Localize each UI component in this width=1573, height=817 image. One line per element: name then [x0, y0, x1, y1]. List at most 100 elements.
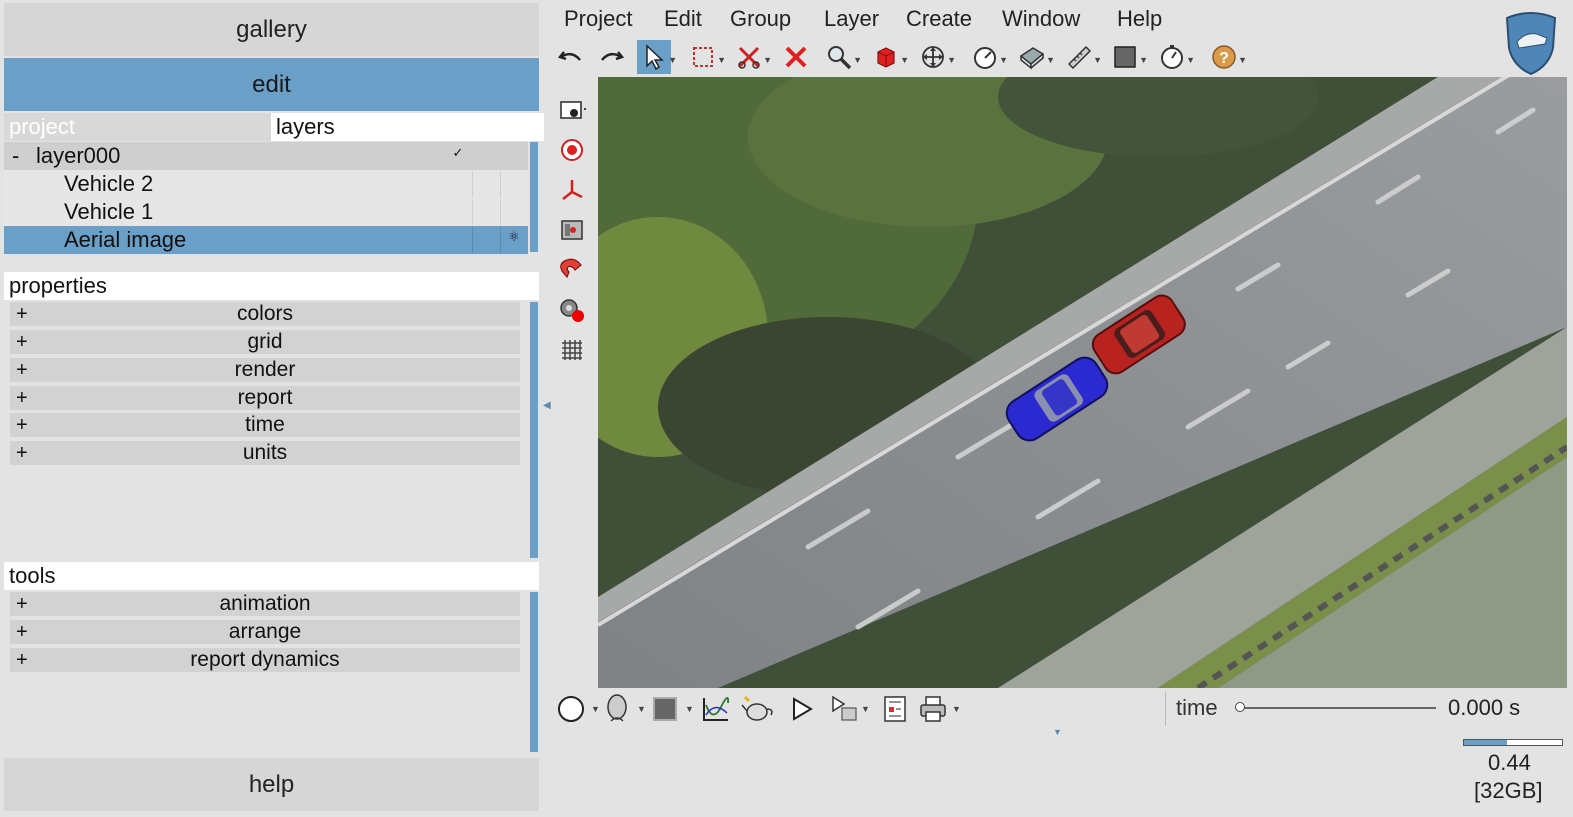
menu-edit[interactable]: Edit [664, 6, 702, 32]
menu-project[interactable]: Project [564, 6, 632, 32]
tool-animation[interactable]: + animation [10, 592, 520, 616]
layer-group-row[interactable]: - layer000 ✓ [4, 142, 528, 170]
print-icon[interactable] [916, 692, 950, 726]
square-icon[interactable]: ▼ [1108, 40, 1148, 74]
collapse-left-arrow-icon[interactable]: ◀ [543, 400, 551, 411]
layer-option-cell[interactable] [500, 143, 527, 169]
expand-icon[interactable]: + [16, 302, 28, 326]
dropdown-arrow-icon[interactable]: ▼ [685, 704, 694, 714]
magnet-icon[interactable] [555, 253, 589, 287]
cube-icon[interactable]: ▼ [869, 40, 909, 74]
time-slider-track[interactable] [1235, 702, 1436, 712]
property-label: render [234, 358, 296, 381]
expand-icon[interactable]: + [16, 413, 28, 437]
tool-arrange[interactable]: + arrange [10, 620, 520, 644]
property-units[interactable]: + units [10, 441, 520, 465]
grid-icon[interactable] [555, 333, 589, 367]
property-render[interactable]: + render [10, 358, 520, 382]
expand-icon[interactable]: + [16, 648, 28, 672]
svg-text:?: ? [1219, 50, 1229, 67]
expand-icon[interactable]: + [16, 330, 28, 354]
memory-bar-fill [1464, 740, 1508, 745]
help-icon[interactable]: ? ▼ [1207, 40, 1247, 74]
dropdown-arrow-icon[interactable]: ▼ [591, 704, 600, 714]
scissors-icon[interactable]: ▼ [732, 40, 772, 74]
menu-group[interactable]: Group [730, 6, 791, 32]
layer-item-label: Aerial image [64, 227, 187, 252]
move-icon[interactable]: ▼ [916, 40, 956, 74]
help-button[interactable]: help [4, 758, 539, 811]
box-select-icon[interactable]: ▼ [686, 40, 726, 74]
layer-lock-cell[interactable] [472, 199, 499, 225]
image-icon[interactable] [555, 213, 589, 247]
property-time[interactable]: + time [10, 413, 520, 437]
graph-icon[interactable] [699, 692, 733, 726]
expand-down-arrow-icon[interactable]: ▼ [1053, 727, 1062, 737]
layer-lock-cell[interactable] [472, 143, 499, 169]
app-logo [1503, 10, 1559, 76]
layer-item-aerial-image[interactable]: Aerial image ⚛ [4, 226, 528, 254]
panel-tabs: project layers [4, 113, 544, 141]
collapse-toggle[interactable]: - [12, 142, 19, 170]
sequence-icon[interactable] [828, 692, 862, 726]
speedometer-icon[interactable]: ▼ [968, 40, 1008, 74]
edit-button[interactable]: edit [4, 58, 539, 111]
toolbar-separator [1165, 692, 1166, 726]
time-value: 0.000 s [1448, 695, 1521, 720]
select-icon[interactable]: ▼ [637, 40, 677, 74]
expand-icon[interactable]: + [16, 592, 28, 616]
axes-icon[interactable] [555, 173, 589, 207]
property-label: units [242, 441, 288, 464]
expand-icon[interactable]: + [16, 358, 28, 382]
camera-icon[interactable] [555, 93, 589, 127]
layer-option-cell[interactable]: ⚛ [500, 227, 527, 253]
zoom-icon[interactable]: ▼ [822, 40, 862, 74]
layer-lock-cell[interactable] [472, 171, 499, 197]
tool-report-dynamics[interactable]: + report dynamics [10, 648, 520, 672]
target-icon[interactable] [555, 133, 589, 167]
property-colors[interactable]: + colors [10, 302, 520, 326]
time-slider-handle[interactable] [1235, 702, 1245, 712]
dropdown-arrow-icon[interactable]: ▼ [952, 704, 961, 714]
property-report[interactable]: + report [10, 386, 520, 410]
redo-icon[interactable] [594, 40, 628, 74]
layer-item-vehicle-1[interactable]: Vehicle 1 [4, 198, 528, 226]
head-icon[interactable] [600, 692, 634, 726]
undo-icon[interactable] [554, 40, 588, 74]
menu-layer[interactable]: Layer [824, 6, 879, 32]
teapot-icon[interactable] [741, 692, 775, 726]
layer-option-cell[interactable] [500, 171, 527, 197]
delete-icon[interactable] [779, 40, 813, 74]
property-grid[interactable]: + grid [10, 330, 520, 354]
gallery-button[interactable]: gallery [4, 3, 539, 56]
layer-item-vehicle-2[interactable]: Vehicle 2 [4, 170, 528, 198]
property-label: colors [236, 302, 294, 325]
tab-layers[interactable]: layers [271, 113, 544, 141]
color-swatch-icon[interactable] [648, 692, 682, 726]
tools-scrollbar[interactable] [530, 592, 538, 752]
menu-help[interactable]: Help [1117, 6, 1162, 32]
visibility-check[interactable]: ✓ [444, 143, 471, 169]
layer-lock-cell[interactable] [472, 227, 499, 253]
properties-scrollbar[interactable] [530, 302, 538, 558]
memory-usage: 0.44 [1488, 750, 1531, 775]
circle-icon[interactable] [554, 692, 588, 726]
tab-project[interactable]: project [4, 113, 271, 141]
expand-icon[interactable]: + [16, 441, 28, 465]
play-icon[interactable] [785, 692, 819, 726]
layers-scrollbar[interactable] [530, 142, 538, 252]
dropdown-arrow-icon[interactable]: ▼ [637, 704, 646, 714]
report-icon[interactable] [878, 692, 912, 726]
3d-viewport[interactable] [598, 77, 1567, 688]
menu-create[interactable]: Create [906, 6, 972, 32]
dropdown-arrow-icon[interactable]: ▼ [861, 704, 870, 714]
expand-icon[interactable]: + [16, 620, 28, 644]
measure-icon[interactable]: ▼ [1062, 40, 1102, 74]
settings-icon[interactable] [555, 293, 589, 327]
expand-icon[interactable]: + [16, 386, 28, 410]
surface-icon[interactable]: ▼ [1015, 40, 1055, 74]
stopwatch-icon[interactable]: ▼ [1155, 40, 1195, 74]
property-label: grid [247, 330, 283, 353]
layer-option-cell[interactable] [500, 199, 527, 225]
menu-window[interactable]: Window [1002, 6, 1080, 32]
